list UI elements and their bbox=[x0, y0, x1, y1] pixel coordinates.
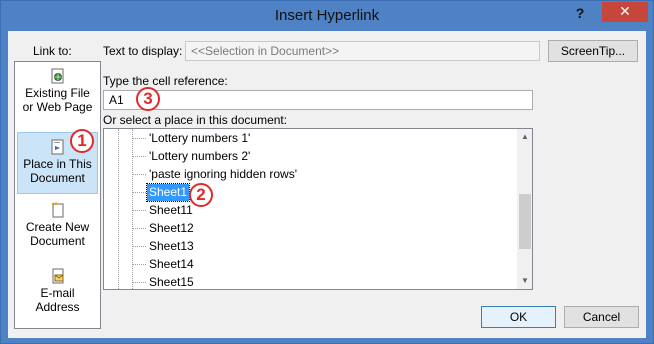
sidebar-item-existing-file[interactable]: Existing File or Web Page bbox=[17, 68, 98, 130]
cell-reference-input[interactable]: A1 bbox=[103, 90, 533, 110]
tree-item-label: Sheet15 bbox=[149, 275, 194, 289]
tree-item-label: Sheet14 bbox=[149, 257, 194, 271]
scroll-down-arrow-icon[interactable]: ▼ bbox=[517, 273, 532, 289]
help-button[interactable]: ? bbox=[571, 5, 589, 23]
tree-item[interactable]: Sheet14 bbox=[104, 256, 514, 273]
tree-item-label: Sheet11 bbox=[149, 203, 193, 217]
ok-button[interactable]: OK bbox=[481, 306, 556, 328]
tree-item[interactable]: Sheet11 bbox=[104, 202, 514, 219]
tree-item-label: Sheet12 bbox=[149, 221, 194, 235]
sidebar-item-create-new-document[interactable]: Create New Document bbox=[17, 202, 98, 264]
tree-item-label: Sheet13 bbox=[149, 239, 194, 253]
scroll-thumb[interactable] bbox=[519, 194, 531, 249]
annotation-marker-3: 3 bbox=[136, 87, 160, 111]
link-to-sidebar: Existing File or Web Page Place in This … bbox=[14, 61, 101, 329]
sidebar-label-line2: or Web Page bbox=[22, 100, 93, 114]
dialog-title: Insert Hyperlink bbox=[274, 7, 380, 24]
annotation-marker-2: 2 bbox=[189, 183, 213, 207]
sidebar-item-email-address[interactable]: E-mail Address bbox=[17, 268, 98, 330]
sidebar-label-line1: E-mail bbox=[40, 286, 75, 300]
place-in-document-icon bbox=[51, 139, 63, 155]
tree-item-selected[interactable]: Sheet1 bbox=[104, 183, 514, 202]
tree-item-label: 'Lottery numbers 1' bbox=[149, 131, 251, 145]
tree-item-label: Sheet1 bbox=[145, 183, 191, 202]
annotation-marker-1: 1 bbox=[70, 129, 94, 153]
text-to-display-label: Text to display: bbox=[103, 44, 183, 58]
tree-item-label: 'Lottery numbers 2' bbox=[149, 149, 251, 163]
text-to-display-input[interactable]: <<Selection in Document>> bbox=[185, 41, 540, 61]
cancel-button[interactable]: Cancel bbox=[564, 306, 639, 328]
new-document-icon bbox=[51, 202, 63, 218]
sidebar-label-line2: Document bbox=[30, 171, 85, 185]
sidebar-label-line2: Document bbox=[30, 234, 85, 248]
sidebar-label-line1: Create New bbox=[25, 220, 90, 234]
select-place-label: Or select a place in this document: bbox=[103, 113, 288, 127]
tree-item[interactable]: 'Lottery numbers 2' bbox=[104, 148, 514, 165]
cell-reference-label: Type the cell reference: bbox=[103, 74, 228, 88]
place-tree-list[interactable]: 'Lottery numbers 1' 'Lottery numbers 2' … bbox=[103, 128, 533, 290]
sidebar-label-line1: Place in This bbox=[23, 157, 92, 171]
link-to-label: Link to: bbox=[33, 44, 72, 58]
tree-item[interactable]: 'Lottery numbers 1' bbox=[104, 130, 514, 147]
globe-document-icon bbox=[51, 68, 63, 84]
sidebar-label-line1: Existing File bbox=[25, 86, 90, 100]
insert-hyperlink-dialog: Insert Hyperlink ? ✕ Link to: Existing F… bbox=[0, 0, 654, 344]
email-icon bbox=[52, 268, 63, 284]
scroll-up-arrow-icon[interactable]: ▲ bbox=[517, 129, 532, 145]
tree-item[interactable]: Sheet15 bbox=[104, 274, 514, 289]
title-bar: Insert Hyperlink ? ✕ bbox=[1, 1, 653, 31]
tree-item[interactable]: 'paste ignoring hidden rows' bbox=[104, 166, 514, 183]
tree-item[interactable]: Sheet13 bbox=[104, 238, 514, 255]
tree-item[interactable]: Sheet12 bbox=[104, 220, 514, 237]
tree-item-label: 'paste ignoring hidden rows' bbox=[149, 167, 298, 181]
sidebar-label-line2: Address bbox=[35, 300, 80, 314]
screentip-button[interactable]: ScreenTip... bbox=[548, 40, 638, 62]
dialog-body: Link to: Existing File or Web Page Place… bbox=[8, 31, 646, 338]
tree-scrollbar[interactable]: ▲ ▼ bbox=[517, 129, 532, 289]
close-button[interactable]: ✕ bbox=[602, 2, 648, 22]
